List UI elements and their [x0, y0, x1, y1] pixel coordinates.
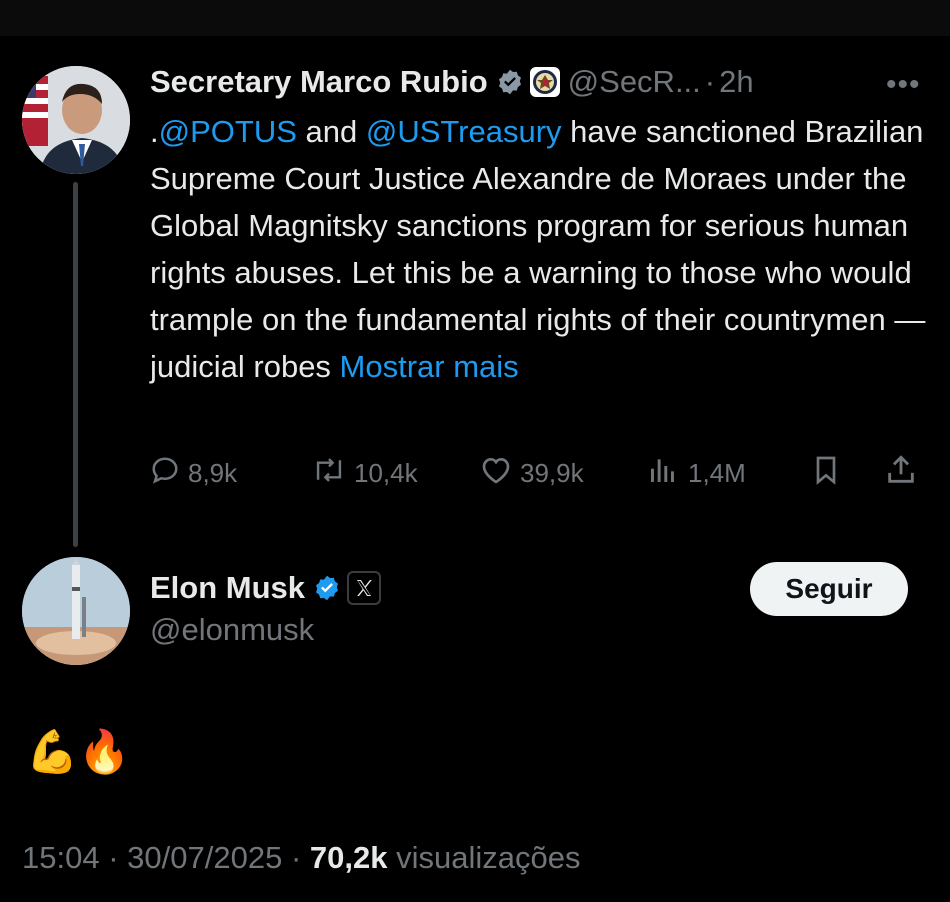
follow-button[interactable]: Seguir: [750, 562, 908, 616]
reply-count: 8,9k: [188, 457, 238, 488]
rubio-handle[interactable]: @SecR...: [568, 64, 701, 100]
rubio-display-name[interactable]: Secretary Marco Rubio: [150, 64, 488, 100]
views-count: 1,4M: [688, 457, 746, 488]
like-icon: [480, 455, 520, 492]
verified-badge-icon: [496, 68, 524, 96]
views-label: visualizações: [396, 840, 581, 875]
like-count: 39,9k: [520, 457, 584, 488]
reply-button[interactable]: 8,9k: [150, 452, 237, 494]
more-icon[interactable]: •••: [886, 68, 921, 102]
musk-display-name[interactable]: Elon Musk: [150, 570, 305, 606]
state-department-seal-icon: [529, 67, 560, 97]
views-icon: [646, 454, 688, 493]
musk-handle[interactable]: @elonmusk: [150, 612, 314, 648]
views-button[interactable]: 1,4M: [646, 452, 746, 494]
text-and: and: [296, 114, 366, 149]
repost-count: 10,4k: [354, 457, 418, 488]
verified-badge-icon: [313, 574, 341, 602]
like-button[interactable]: 39,9k: [480, 452, 584, 494]
separator-dot: ·: [290, 840, 302, 875]
parent-tweet-text: .@POTUS and @USTreasury have sanctioned …: [150, 108, 930, 390]
share-icon: [884, 453, 926, 494]
text-prefix: .: [150, 114, 159, 149]
reply-tweet-text: 💪🔥: [26, 728, 131, 775]
show-more-link[interactable]: Mostrar mais: [340, 349, 519, 384]
repost-button[interactable]: 10,4k: [312, 452, 418, 494]
tweet-time[interactable]: 2h: [719, 64, 753, 100]
tweet-actions: 8,9k 10,4k 39,9k 1,4M: [150, 452, 930, 494]
status-bar: [0, 0, 950, 36]
musk-avatar[interactable]: [22, 557, 130, 665]
tweet-timestamp[interactable]: 15:04: [22, 840, 100, 875]
x-affiliate-badge-icon: [347, 571, 382, 605]
mention-ustreasury[interactable]: @USTreasury: [366, 114, 562, 149]
tweet-meta: 15:04 · 30/07/2025 · 70,2k visualizações: [22, 840, 580, 876]
separator-dot: ·: [704, 64, 716, 99]
bookmark-button[interactable]: [810, 452, 850, 494]
repost-icon: [312, 455, 354, 492]
mention-potus[interactable]: @POTUS: [159, 114, 297, 149]
share-button[interactable]: [884, 452, 926, 494]
views-total[interactable]: 70,2k: [310, 840, 388, 875]
reply-icon: [150, 455, 188, 492]
tweet-date[interactable]: 30/07/2025: [127, 840, 282, 875]
parent-tweet-header: Secretary Marco Rubio @SecR... · 2h: [150, 62, 754, 102]
thread-line: [73, 182, 78, 547]
separator-dot: ·: [108, 840, 119, 875]
reply-tweet-header: Elon Musk: [150, 568, 382, 608]
text-body: have sanctioned Brazilian Supreme Court …: [150, 114, 926, 384]
bookmark-icon: [810, 453, 850, 494]
rubio-avatar[interactable]: [22, 66, 130, 174]
